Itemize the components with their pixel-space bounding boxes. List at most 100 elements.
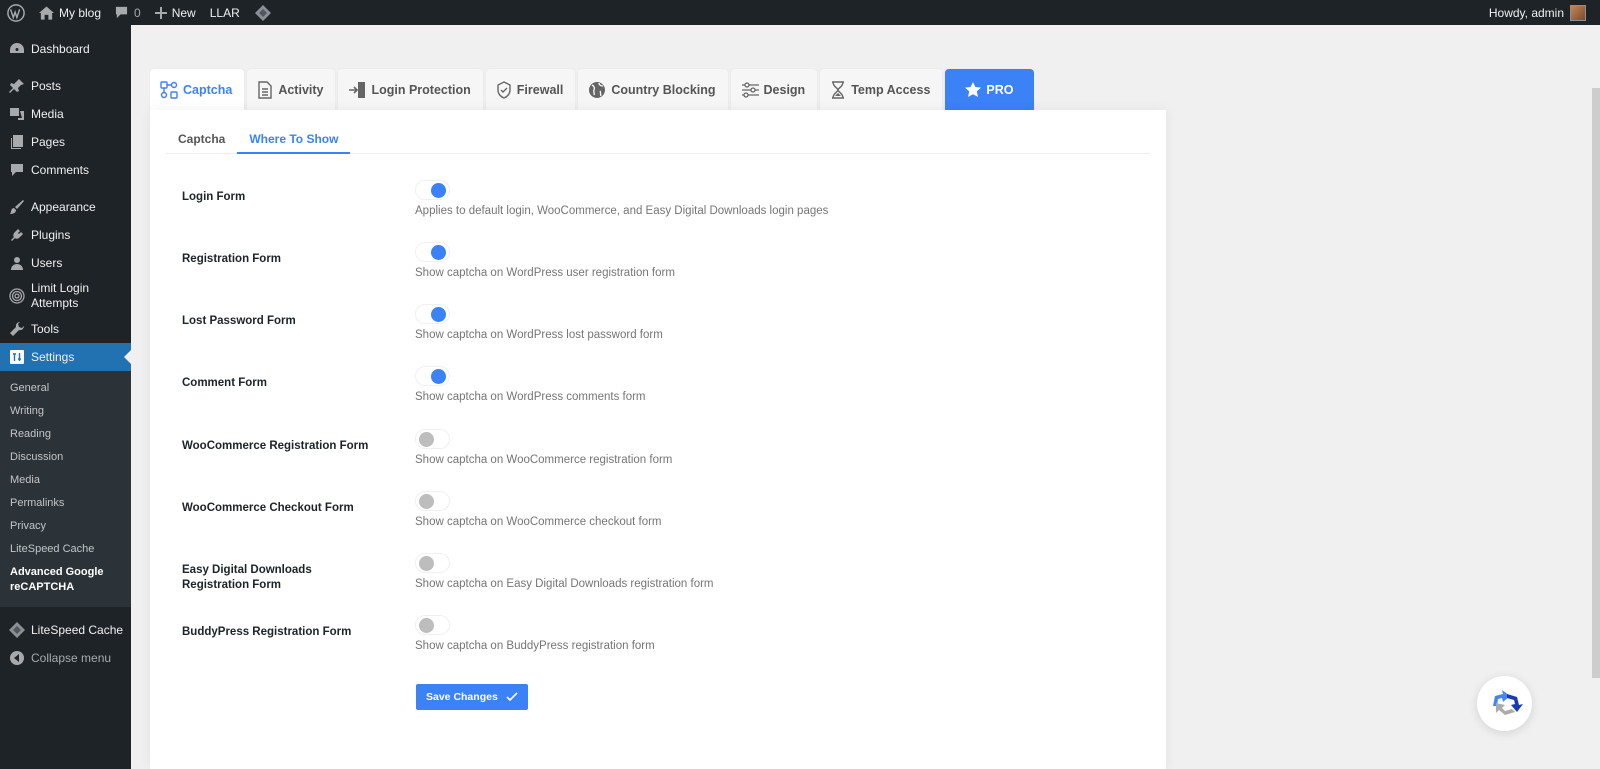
collapse-label: Collapse menu <box>31 651 112 665</box>
setting-description: Show captcha on WordPress user registrat… <box>415 267 675 279</box>
globe-icon <box>589 81 606 98</box>
dashboard-icon <box>10 43 24 53</box>
shield-check-icon <box>497 80 511 99</box>
plus-icon <box>154 6 167 19</box>
toggle-knob <box>419 556 434 571</box>
admin-bar: My blog 0 New LLAR Howdy, admin <box>0 0 1600 25</box>
setting-label: Lost Password Form <box>182 315 296 327</box>
new-content-link[interactable]: New <box>148 0 203 25</box>
tab-captcha[interactable]: Captcha <box>150 69 245 110</box>
site-name: My blog <box>59 5 102 20</box>
setting-description: Show captcha on WooCommerce registration… <box>415 454 673 466</box>
sidebar-item-pages[interactable]: Pages <box>0 128 131 156</box>
sidebar-item-posts[interactable]: Posts <box>0 72 131 100</box>
collapse-icon <box>10 651 24 665</box>
tab-firewall[interactable]: Firewall <box>485 69 576 110</box>
submenu-item-permalinks[interactable]: Permalinks <box>0 492 131 515</box>
litespeed-adminbar-button[interactable] <box>247 0 279 25</box>
sidebar-item-plugins[interactable]: Plugins <box>0 221 131 249</box>
tab-label: Design <box>763 82 806 97</box>
toggle-knob <box>431 369 446 384</box>
toggle-knob <box>431 245 446 260</box>
page-scrollbar[interactable] <box>1592 88 1600 678</box>
sidebar-item-label: Comments <box>31 163 90 177</box>
sidebar-item-comments[interactable]: Comments <box>0 156 131 184</box>
tab-label: Firewall <box>516 82 564 97</box>
tab-label: Activity <box>278 82 324 97</box>
plugin-icon <box>11 229 23 241</box>
sidebar-item-label: Appearance <box>31 200 96 214</box>
save-changes-button[interactable]: Save Changes <box>416 684 528 710</box>
sidebar-item-settings[interactable]: Settings <box>0 343 131 371</box>
setting-toggle[interactable] <box>415 615 450 635</box>
media-icon <box>10 108 24 120</box>
tab-pro[interactable]: PRO <box>945 69 1034 110</box>
sidebar-item-label: Tools <box>31 322 60 336</box>
setting-toggle[interactable] <box>415 180 450 200</box>
plugin-tabs: Captcha Activity Login Protection Firewa… <box>150 69 1034 110</box>
sidebar-item-limit-login-attempts[interactable]: Limit Login Attempts <box>0 277 131 315</box>
sidebar-item-users[interactable]: Users <box>0 249 131 277</box>
tab-login-protection[interactable]: Login Protection <box>338 69 483 110</box>
login-icon <box>349 81 366 98</box>
sidebar-item-appearance[interactable]: Appearance <box>0 193 131 221</box>
sidebar-item-litespeed-cache[interactable]: LiteSpeed Cache <box>0 616 131 644</box>
submenu-item-reading[interactable]: Reading <box>0 423 131 446</box>
setting-toggle[interactable] <box>415 366 450 386</box>
wordpress-logo-button[interactable] <box>0 0 32 25</box>
setting-label: Login Form <box>182 191 246 203</box>
toggle-knob <box>431 183 446 198</box>
submenu-item-writing[interactable]: Writing <box>0 400 131 423</box>
submenu-item-litespeed-cache[interactable]: LiteSpeed Cache <box>0 538 131 561</box>
submenu-item-advanced-google-recaptcha[interactable]: Advanced Google reCAPTCHA <box>0 561 131 599</box>
sidebar-item-label: LiteSpeed Cache <box>31 623 124 637</box>
setting-label: WooCommerce Registration Form <box>182 440 369 452</box>
setting-toggle[interactable] <box>415 242 450 262</box>
setting-toggle[interactable] <box>415 429 450 449</box>
avatar <box>1570 4 1586 21</box>
settings-panel: Captcha Where To Show Login Form Applies … <box>150 110 1166 769</box>
tab-temp-access[interactable]: Temp Access <box>820 69 943 110</box>
sidebar-item-tools[interactable]: Tools <box>0 315 131 343</box>
submenu-item-general[interactable]: General <box>0 377 131 400</box>
submenu-item-discussion[interactable]: Discussion <box>0 446 131 469</box>
new-label: New <box>171 5 196 20</box>
comments-link[interactable]: 0 <box>108 0 148 25</box>
settings-icon <box>10 350 24 364</box>
sidebar-item-label: Settings <box>31 350 75 364</box>
setting-toggle[interactable] <box>415 553 450 573</box>
submenu-item-privacy[interactable]: Privacy <box>0 515 131 538</box>
llar-label: LLAR <box>209 5 240 20</box>
submenu-item-media[interactable]: Media <box>0 469 131 492</box>
sliders-icon <box>741 81 759 98</box>
my-account-menu[interactable]: Howdy, admin <box>1489 0 1586 25</box>
checkmark-icon <box>506 692 518 702</box>
tab-label: Temp Access <box>851 82 931 97</box>
sidebar-item-dashboard[interactable]: Dashboard <box>0 35 131 63</box>
site-name-link[interactable]: My blog <box>32 0 108 25</box>
sidebar-item-media[interactable]: Media <box>0 100 131 128</box>
wrench-icon <box>10 321 25 336</box>
toggle-knob <box>419 494 434 509</box>
admin-sidebar: Dashboard Posts Media Pages Comments App… <box>0 25 131 769</box>
fingerprint-icon <box>9 288 25 304</box>
sidebar-item-label: Dashboard <box>31 42 90 56</box>
recaptcha-badge[interactable] <box>1477 676 1532 731</box>
setting-toggle[interactable] <box>415 491 450 511</box>
subtab-captcha[interactable]: Captcha <box>166 128 237 154</box>
collapse-menu-button[interactable]: Collapse menu <box>0 644 131 672</box>
tab-activity[interactable]: Activity <box>247 69 336 110</box>
sidebar-item-label: Pages <box>31 135 66 149</box>
setting-toggle[interactable] <box>415 304 450 324</box>
sidebar-item-label: Posts <box>31 79 62 93</box>
tab-design[interactable]: Design <box>730 69 818 110</box>
subtab-where-to-show[interactable]: Where To Show <box>237 128 351 154</box>
litespeed-icon <box>9 622 25 638</box>
setting-description: Show captcha on WooCommerce checkout for… <box>415 516 662 528</box>
tab-country-blocking[interactable]: Country Blocking <box>578 69 728 110</box>
setting-label: Easy Digital Downloads Registration Form <box>182 564 312 591</box>
subtabs: Captcha Where To Show <box>166 128 1150 154</box>
tab-label: Captcha <box>183 82 233 97</box>
llar-link[interactable]: LLAR <box>203 0 247 25</box>
comment-icon <box>115 6 128 19</box>
